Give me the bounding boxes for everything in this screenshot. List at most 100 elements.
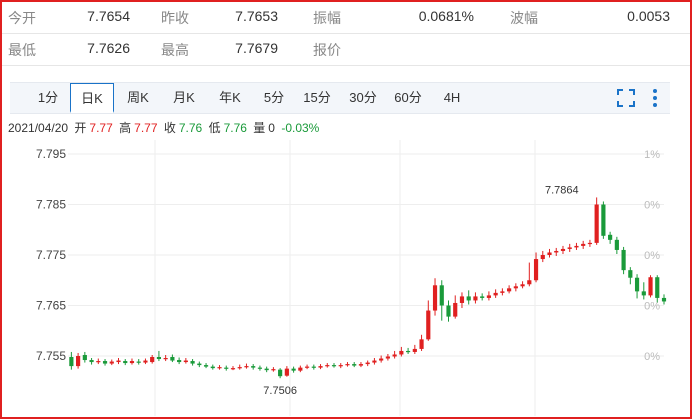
candle-body	[183, 360, 188, 363]
candle-body	[82, 354, 87, 361]
tab-monthly-k[interactable]: 月K	[162, 83, 206, 113]
candle-body	[224, 367, 229, 369]
candle-body	[480, 296, 485, 298]
candle-body	[177, 360, 182, 363]
candle-body	[325, 365, 330, 367]
candle-body	[298, 367, 303, 371]
candle-body	[574, 245, 579, 248]
candle-body	[513, 286, 518, 289]
candle-body	[432, 285, 438, 311]
range-value: 0.0053	[627, 8, 670, 24]
change-percent: -0.03%	[281, 121, 320, 135]
candle-body	[634, 277, 640, 292]
open-value: 7.7654	[87, 8, 130, 24]
candle-body	[655, 277, 660, 298]
open-label: 开	[74, 121, 87, 135]
tab-weekly-k[interactable]: 周K	[116, 83, 160, 113]
high-value: 7.7679	[235, 40, 278, 56]
candle-body	[554, 250, 559, 253]
candle-body	[399, 350, 404, 355]
candle-body	[203, 365, 209, 367]
high-label: 最高	[161, 42, 189, 58]
y-tick-percent-label: 0%	[644, 250, 660, 262]
candle-body	[251, 366, 256, 368]
candle-body	[412, 348, 417, 352]
candle-body	[365, 362, 370, 365]
candle-body	[507, 288, 512, 292]
candle-body	[406, 350, 411, 353]
fullscreen-icon[interactable]	[615, 87, 637, 109]
candle-body	[170, 357, 175, 361]
candle-body	[230, 368, 236, 370]
y-tick-percent-label: 0%	[644, 301, 660, 313]
y-tick-label: 7.775	[36, 248, 66, 262]
volume-value: 0	[268, 121, 275, 135]
candle-body	[453, 302, 458, 317]
quote-row: 今开 7.7654 昨收 7.7653 振幅 0.0681% 波幅 0.0053	[2, 2, 690, 34]
tab-4h[interactable]: 4H	[432, 83, 472, 113]
tab-5min[interactable]: 5分	[254, 83, 294, 113]
tab-60min[interactable]: 60分	[387, 83, 429, 113]
amplitude-label: 振幅	[313, 10, 341, 26]
tab-15min[interactable]: 15分	[296, 83, 338, 113]
candle-body	[136, 361, 141, 363]
candle-body	[237, 367, 242, 369]
candle-body	[648, 277, 653, 296]
tab-yearly-k[interactable]: 年K	[208, 83, 252, 113]
candle-body	[338, 365, 343, 367]
quote-row: 最低 7.7626 最高 7.7679 报价	[2, 34, 690, 66]
candle-body	[614, 239, 619, 250]
candle-body	[560, 248, 566, 251]
candlestick-chart[interactable]: 7.795 1% 7.785 0% 7.775 0% 7.765 0% 7.755 0% 7.786…	[0, 140, 692, 416]
candle-body	[318, 366, 323, 368]
more-vertical-icon[interactable]	[644, 87, 666, 109]
tab-1min[interactable]: 1分	[28, 83, 68, 113]
y-tick-label: 7.765	[36, 299, 66, 313]
close-label: 收	[163, 121, 176, 135]
ohlc-date: 2021/04/20	[8, 121, 69, 135]
candle-body	[123, 361, 128, 364]
tab-daily-k[interactable]: 日K	[70, 83, 114, 113]
candle-body	[331, 365, 337, 367]
y-tick-label: 7.785	[36, 198, 66, 212]
candle-body	[244, 366, 249, 368]
candle-body	[419, 339, 424, 349]
y-tick-percent-label: 0%	[644, 351, 660, 363]
candle-body	[446, 305, 451, 317]
candle-body	[304, 366, 310, 368]
y-tick-label: 7.795	[36, 147, 66, 161]
low-label: 最低	[8, 42, 36, 58]
candle-body	[345, 364, 350, 366]
candle-body	[190, 361, 195, 364]
candle-body	[372, 360, 377, 363]
low-value: 7.7626	[87, 40, 130, 56]
high-value: 7.77	[134, 121, 158, 135]
close-value: 7.76	[178, 121, 203, 135]
low-label: 低	[208, 121, 221, 135]
period-toolbar: 1分 日K 周K 月K 年K 5分 15分 30分 60分 4H	[10, 82, 670, 114]
candle-body	[379, 358, 384, 361]
candle-body	[217, 367, 222, 369]
candle-body	[661, 297, 667, 302]
candle-body	[271, 369, 276, 371]
candle-body	[567, 247, 572, 249]
candle-body	[129, 361, 135, 364]
candle-body	[493, 292, 498, 296]
prev-close-label: 昨收	[161, 10, 189, 26]
y-tick-label: 7.755	[36, 349, 66, 363]
candle-body	[520, 284, 525, 287]
open-label: 今开	[8, 10, 36, 26]
low-value: 7.76	[223, 121, 247, 135]
candle-body	[257, 367, 263, 369]
candle-body	[143, 360, 148, 363]
max-price-annotation: 7.7864	[545, 184, 579, 196]
ohlc-readout: 2021/04/20 开 7.77 高 7.77 收 7.76 低 7.76 量0 -0…	[8, 119, 322, 136]
tab-30min[interactable]: 30分	[342, 83, 384, 113]
candle-body	[540, 255, 545, 260]
candle-body	[109, 361, 114, 364]
candle-body	[581, 243, 586, 246]
candle-body	[466, 296, 471, 301]
candle-body	[210, 366, 215, 369]
quote-summary: 今开 7.7654 昨收 7.7653 振幅 0.0681% 波幅 0.0053…	[2, 2, 690, 66]
candle-body	[459, 296, 465, 303]
